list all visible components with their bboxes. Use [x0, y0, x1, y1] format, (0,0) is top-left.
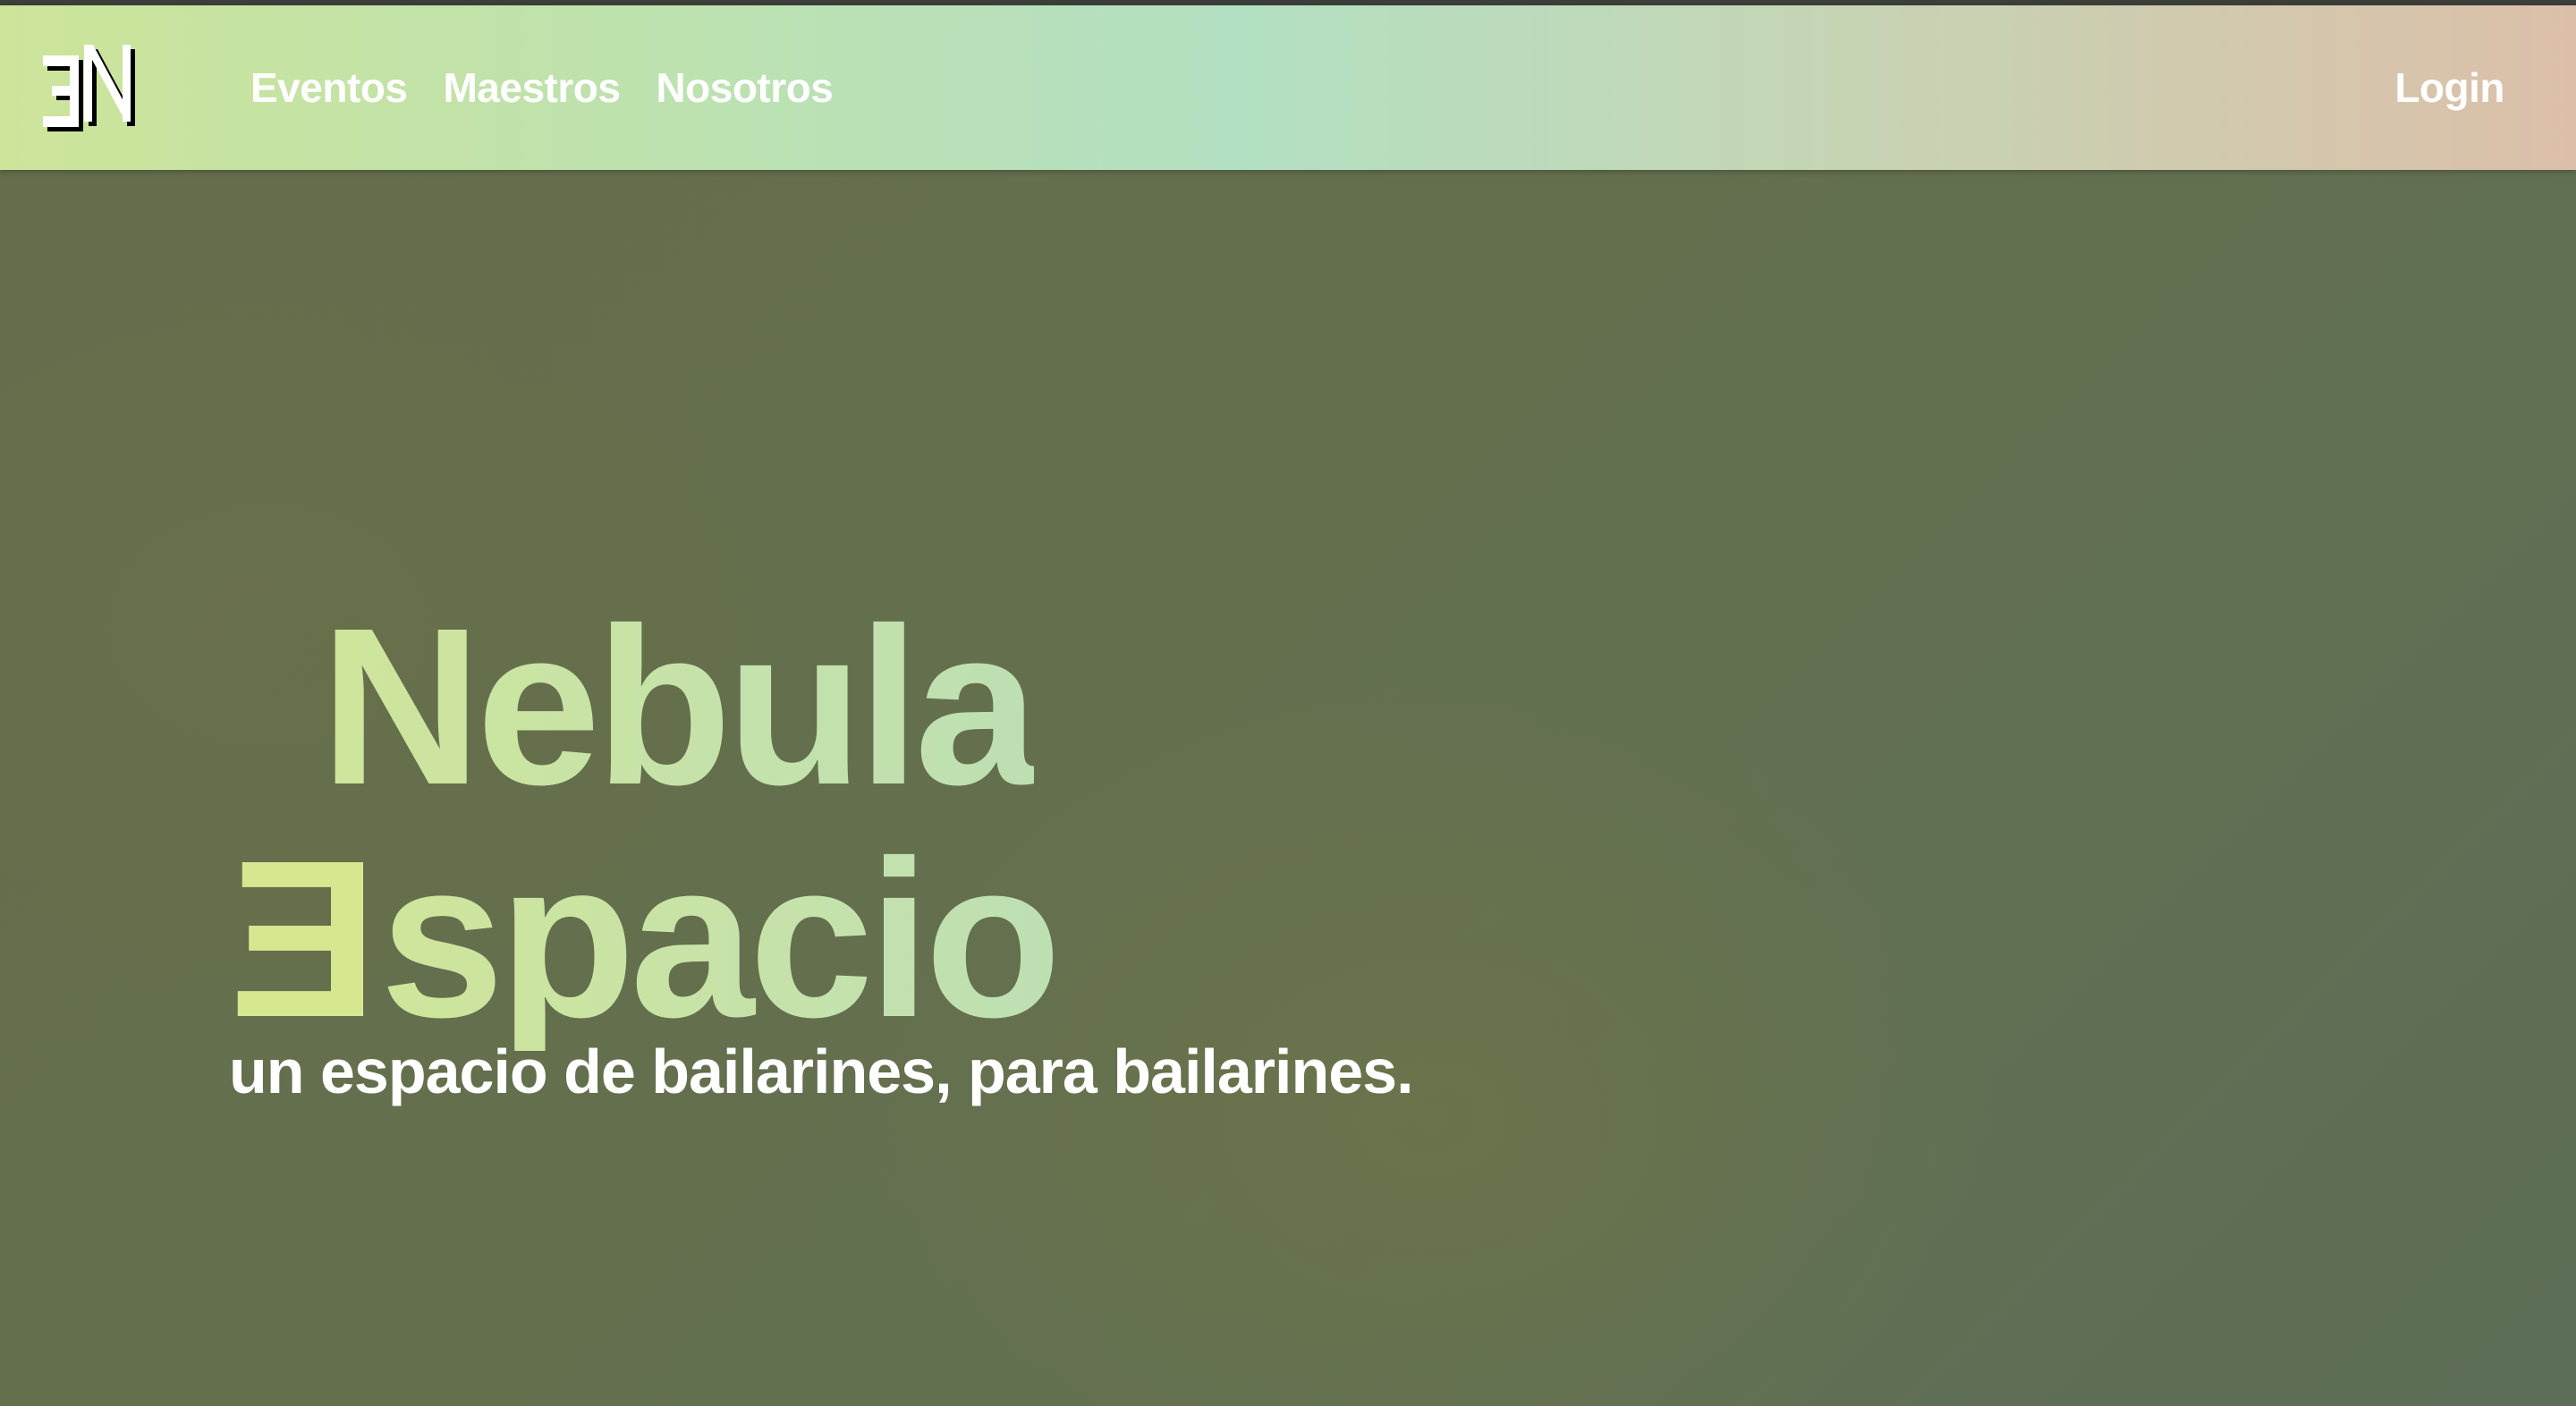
hero-title-nebula: Nebula [320, 581, 1038, 831]
main-nav: Eventos Maestros Nosotros [250, 5, 834, 170]
logo-link[interactable] [41, 38, 141, 143]
hero-section: Nebula Espacio un espacio de bailarines,… [0, 170, 2576, 1406]
nav-link-nosotros[interactable]: Nosotros [656, 64, 833, 112]
hero-tagline: un espacio de bailarines, para bailarine… [229, 1037, 1414, 1106]
navbar: Eventos Maestros Nosotros Login [0, 5, 2576, 170]
login-link[interactable]: Login [2394, 5, 2504, 170]
hero-title-espacio-rest: spacio [379, 814, 1062, 1063]
hero-title-espacio: Espacio [234, 814, 1062, 1063]
nav-link-eventos[interactable]: Eventos [250, 64, 408, 112]
hero-title-mirrored-e: E [234, 814, 378, 1063]
logo-icon [43, 45, 135, 131]
nav-link-maestros[interactable]: Maestros [443, 64, 620, 112]
